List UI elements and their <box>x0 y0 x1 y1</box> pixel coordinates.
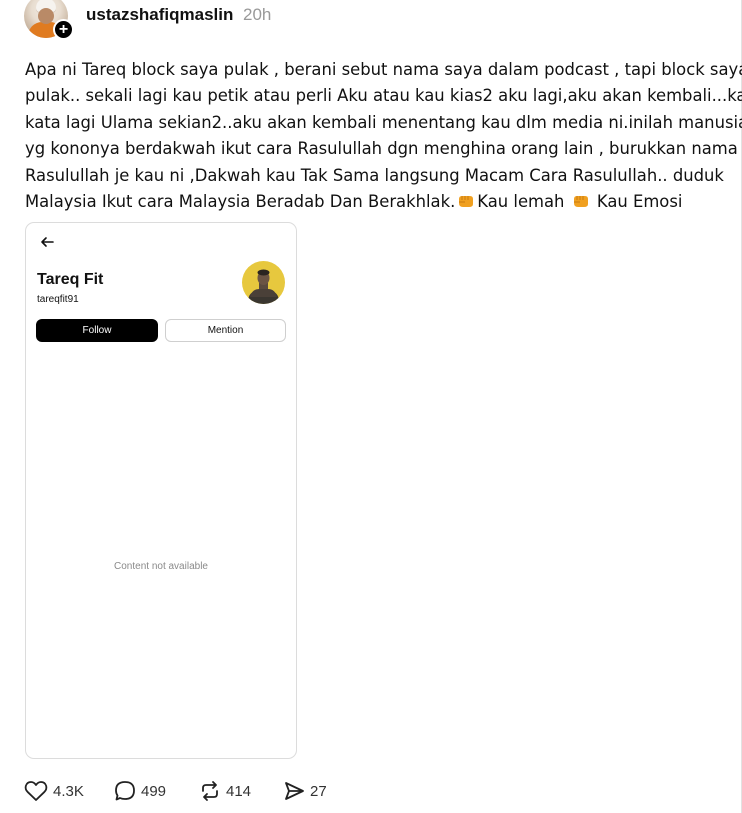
post-author-username[interactable]: ustazshafiqmaslin <box>86 5 233 25</box>
post-text-line: Apa ni Tareq block saya pulak , berani s… <box>25 60 742 79</box>
post-text-line: Rasulullah je kau ni ,Dakwah kau Tak Sam… <box>25 165 724 185</box>
back-arrow-icon <box>41 237 54 247</box>
post-text-line: pulak.. sekali lagi kau petik atau perli… <box>25 86 742 106</box>
post-body: Apa ni Tareq block saya pulak , berani s… <box>25 57 742 215</box>
post-text-line: Malaysia Ikut cara Malaysia Beradab Dan … <box>25 191 456 211</box>
post-text-kau-emosi: Kau Emosi <box>596 191 683 211</box>
comment-bubble-icon <box>115 781 135 801</box>
embedded-mention-button: Mention <box>165 319 286 342</box>
share-button[interactable]: 27 <box>283 779 327 803</box>
post-text-kau-lemah: Kau lemah <box>477 191 565 211</box>
like-count: 4.3K <box>53 782 84 800</box>
post-timestamp[interactable]: 20h <box>243 5 271 25</box>
comment-count: 499 <box>141 782 167 800</box>
oncoming-fist-icon <box>459 195 474 207</box>
attached-image[interactable]: Tareq Fit tareqfit91 Follow Mention Cont… <box>25 222 297 759</box>
embedded-profile-handle: tareqfit91 <box>37 294 79 305</box>
post-text-line: yg kononya berdakwah ikut cara Rasululla… <box>25 139 738 159</box>
share-count: 27 <box>310 782 327 800</box>
send-share-icon <box>285 782 304 800</box>
like-button[interactable]: 4.3K <box>24 779 84 803</box>
comment-button[interactable]: 499 <box>114 779 166 803</box>
repost-button[interactable]: 414 <box>199 779 251 803</box>
heart-icon <box>24 781 48 801</box>
follow-plus-icon[interactable]: + <box>53 19 74 40</box>
author-avatar[interactable]: + <box>24 0 74 40</box>
repost-icon <box>202 781 218 801</box>
post-text-line: kata lagi Ulama sekian2..aku akan kembal… <box>25 112 742 132</box>
content-unavailable-message: Content not available <box>114 561 208 572</box>
embedded-profile-avatar <box>242 261 285 304</box>
embedded-follow-button: Follow <box>36 319 158 342</box>
post-text-line-last: Malaysia Ikut cara Malaysia Beradab Dan … <box>25 189 742 215</box>
oncoming-fist-icon <box>573 195 588 207</box>
embedded-profile-name: Tareq Fit <box>37 271 104 288</box>
repost-count: 414 <box>226 782 252 800</box>
